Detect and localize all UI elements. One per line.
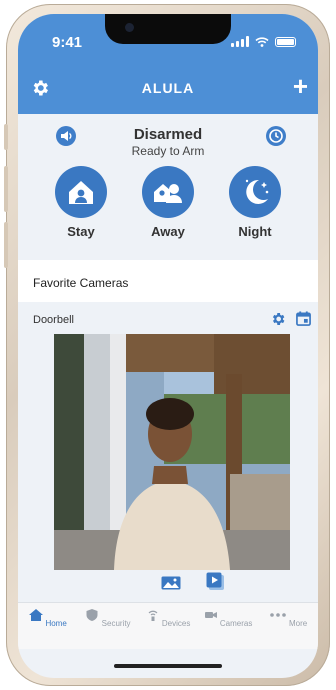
camera-name: Doorbell	[33, 314, 74, 326]
favorite-cameras-title: Favorite Cameras	[33, 276, 129, 290]
notch	[105, 14, 231, 44]
doorbell-video-feed[interactable]	[54, 334, 290, 570]
camera-card: Doorbell	[18, 306, 318, 596]
home-indicator	[114, 664, 222, 668]
favorite-cameras-header: Favorite Cameras	[18, 260, 318, 302]
home-icon	[29, 609, 44, 621]
gallery-icon[interactable]	[161, 576, 181, 590]
arm-substatus: Ready to Arm	[131, 144, 205, 158]
tab-home-label: Home	[45, 619, 67, 628]
clock-icon[interactable]	[266, 126, 286, 146]
tab-more[interactable]: More	[258, 609, 318, 628]
volume-down-button	[4, 222, 8, 268]
bottom-tab-bar: Home Security Devices Cameras More	[18, 602, 318, 649]
app-screen: 9:41 ALULA + Disarmed Ready to Arm Stay …	[18, 14, 318, 678]
silent-switch	[4, 124, 8, 150]
status-time: 9:41	[52, 34, 83, 51]
more-icon	[269, 613, 286, 617]
moon-stars-icon	[229, 166, 281, 218]
playback-icon[interactable]	[206, 572, 226, 592]
tab-cameras[interactable]: Cameras	[198, 609, 258, 628]
tab-devices-label: Devices	[161, 619, 191, 628]
arm-panel: Disarmed Ready to Arm Stay Away Night	[18, 114, 318, 260]
volume-up-button	[4, 166, 8, 212]
tab-more-label: More	[289, 619, 308, 628]
tab-security-label: Security	[101, 619, 131, 628]
night-mode-button[interactable]: Night	[225, 166, 285, 239]
camera-icon	[204, 612, 217, 618]
away-mode-label: Away	[151, 224, 185, 239]
tab-security[interactable]: Security	[78, 609, 138, 628]
stay-mode-button[interactable]: Stay	[51, 166, 111, 239]
tab-home[interactable]: Home	[18, 609, 78, 628]
app-title: ALULA	[141, 80, 195, 96]
stay-mode-label: Stay	[67, 224, 95, 239]
wifi-icon	[255, 36, 269, 47]
tab-cameras-label: Cameras	[219, 619, 253, 628]
app-header: ALULA +	[18, 62, 318, 114]
add-button[interactable]: +	[293, 73, 308, 99]
tab-devices[interactable]: Devices	[138, 609, 198, 628]
battery-icon	[275, 36, 296, 47]
devices-icon	[148, 610, 158, 621]
people-house-icon	[142, 166, 194, 218]
calendar-icon[interactable]	[296, 311, 311, 326]
house-person-icon	[55, 166, 107, 218]
shield-icon	[86, 609, 98, 621]
night-mode-label: Night	[238, 224, 272, 239]
cellular-signal-icon	[231, 36, 249, 47]
camera-settings-icon[interactable]	[270, 311, 286, 327]
away-mode-button[interactable]: Away	[138, 166, 198, 239]
